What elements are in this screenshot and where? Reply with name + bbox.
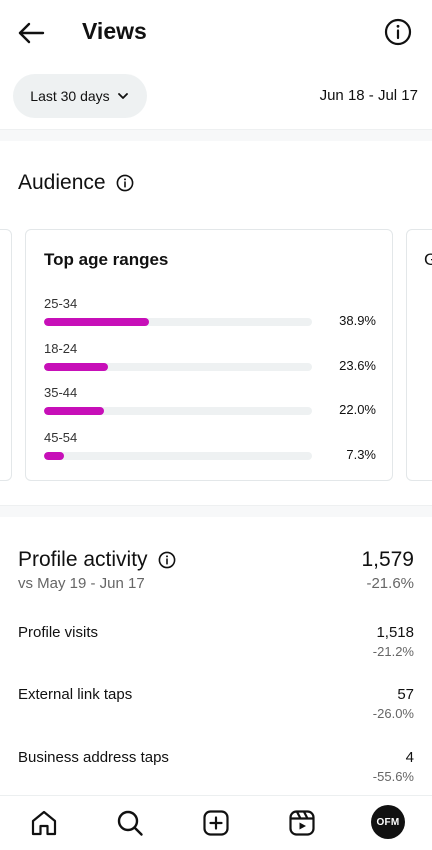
age-range-percent: 7.3%	[346, 447, 376, 462]
age-range-percent: 22.0%	[339, 402, 376, 417]
avatar-text: OFM	[376, 816, 400, 828]
audience-section-header: Audience	[18, 171, 134, 195]
age-range-label: 45-54	[44, 430, 78, 445]
card-title: Top age ranges	[44, 250, 169, 269]
age-range-bar-fill	[44, 452, 64, 460]
reels-icon	[289, 810, 315, 836]
bottom-nav: OFM	[0, 795, 432, 850]
info-button[interactable]	[384, 18, 412, 46]
age-range-percent: 23.6%	[339, 358, 376, 373]
filter-row: Last 30 days Jun 18 - Jul 17	[0, 74, 432, 118]
age-range-bar-fill	[44, 318, 150, 326]
metric-change: -21.2%	[372, 644, 414, 659]
audience-title: Audience	[18, 171, 106, 194]
metric-value: 4	[405, 749, 414, 766]
metric-value: 1,518	[376, 624, 414, 641]
age-range-row: 25-34 38.9%	[44, 296, 376, 336]
home-icon	[31, 810, 57, 836]
profile-activity-header: Profile activity	[18, 548, 176, 572]
previous-card[interactable]	[0, 229, 12, 481]
info-icon[interactable]	[158, 551, 176, 569]
nav-search[interactable]	[115, 808, 145, 838]
age-range-row: 35-44 22.0%	[44, 385, 376, 425]
section-divider	[0, 129, 432, 141]
age-range-percent: 38.9%	[339, 313, 376, 328]
date-range-dropdown[interactable]: Last 30 days	[13, 74, 147, 118]
age-range-bar-track	[44, 318, 312, 326]
age-range-label: 18-24	[44, 341, 78, 356]
top-age-ranges-card: Top age ranges 25-34 38.9% 18-24 23.6% 3…	[25, 229, 393, 481]
metric-label: Profile visits	[18, 624, 99, 641]
back-button[interactable]	[14, 16, 48, 50]
age-range-row: 18-24 23.6%	[44, 341, 376, 381]
age-range-label: 25-34	[44, 296, 78, 311]
age-range-bar-fill	[44, 363, 108, 371]
comparison-period: vs May 19 - Jun 17	[18, 575, 145, 592]
age-range-bar-fill	[44, 407, 104, 415]
chevron-down-icon	[117, 93, 128, 99]
next-card[interactable]: G	[406, 229, 432, 481]
nav-home[interactable]	[29, 808, 59, 838]
date-range-text: Jun 18 - Jul 17	[319, 87, 418, 104]
metric-row: Business address taps 4 -55.6%	[18, 749, 414, 789]
profile-activity-title: Profile activity	[18, 548, 148, 571]
age-range-label: 35-44	[44, 385, 78, 400]
info-icon[interactable]	[116, 174, 134, 192]
info-icon	[384, 18, 412, 46]
profile-activity-change: -21.6%	[366, 575, 414, 592]
metric-change: -26.0%	[372, 706, 414, 721]
nav-create[interactable]	[201, 808, 231, 838]
profile-avatar[interactable]: OFM	[371, 805, 405, 839]
metric-value: 57	[397, 686, 414, 703]
date-range-dropdown-label: Last 30 days	[30, 88, 110, 104]
next-card-title: G	[424, 250, 432, 270]
nav-reels[interactable]	[287, 808, 317, 838]
section-divider	[0, 505, 432, 517]
header: Views	[0, 0, 432, 64]
profile-activity-total: 1,579	[361, 548, 414, 571]
create-icon	[203, 810, 229, 836]
age-range-bar-track	[44, 363, 312, 371]
page-title: Views	[82, 18, 147, 44]
metric-change: -55.6%	[372, 769, 414, 784]
arrow-left-icon	[18, 22, 45, 44]
metric-row: External link taps 57 -26.0%	[18, 686, 414, 726]
metric-label: External link taps	[18, 686, 133, 703]
search-icon	[117, 810, 143, 836]
age-range-bar-track	[44, 452, 312, 460]
age-range-row: 45-54 7.3%	[44, 430, 376, 470]
age-range-bar-track	[44, 407, 312, 415]
metric-row: Profile visits 1,518 -21.2%	[18, 624, 414, 664]
metric-label: Business address taps	[18, 749, 169, 766]
